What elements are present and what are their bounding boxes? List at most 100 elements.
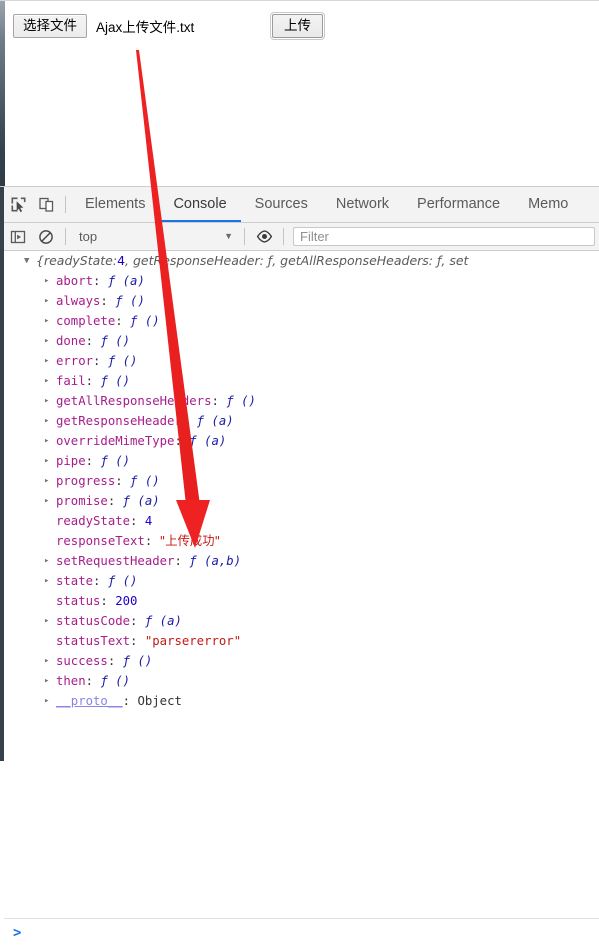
expand-triangle-icon[interactable]: ▸ [44,611,56,631]
expand-triangle-icon[interactable]: ▸ [44,411,56,431]
tab-memory[interactable]: Memo [514,187,582,222]
property-colon: : [100,594,116,608]
console-property-row[interactable]: ▸ done: ƒ () [4,331,599,351]
property-value: "上传成功" [159,534,221,548]
console-prompt-line[interactable]: > [4,918,599,947]
expand-triangle-icon[interactable]: ▸ [44,311,56,331]
inspect-element-icon[interactable] [4,191,32,219]
expand-triangle-icon[interactable]: ▸ [44,691,56,711]
console-property-row[interactable]: status: 200 [4,591,599,611]
property-colon: : [130,634,145,648]
property-colon: : [93,574,108,588]
property-name: getAllResponseHeaders [56,394,212,408]
expand-triangle-icon[interactable]: ▸ [44,651,56,671]
console-property-row[interactable]: ▸ setRequestHeader: ƒ (a,b) [4,551,599,571]
property-colon: : [85,374,101,388]
expand-triangle-icon[interactable]: ▸ [44,491,56,511]
property-colon: : [122,694,138,708]
console-property-row[interactable]: ▸ state: ƒ () [4,571,599,591]
property-value: ƒ () [130,314,160,328]
prompt-caret-icon: > [13,925,22,941]
devtools-tabbar: Elements Console Sources Network Perform… [4,187,599,223]
expand-triangle-icon[interactable]: ▼ [24,251,36,271]
property-colon: : [144,534,160,548]
console-property-row[interactable]: ▸ always: ƒ () [4,291,599,311]
page-content: 选择文件 Ajax上传文件.txt 上传 [5,1,599,187]
tab-sources[interactable]: Sources [241,187,322,222]
devtools-panel: Elements Console Sources Network Perform… [0,186,599,947]
property-name: promise [56,494,108,508]
object-preview-readystate-value: 4 [117,253,126,268]
property-colon: : [85,334,101,348]
console-property-row[interactable]: ▸ complete: ƒ () [4,311,599,331]
console-property-row[interactable]: ▸ success: ƒ () [4,651,599,671]
file-upload-form: 选择文件 Ajax上传文件.txt [13,14,194,38]
property-colon: : [211,394,227,408]
tab-network[interactable]: Network [322,187,403,222]
property-value: ƒ (a) [144,614,182,628]
console-property-row[interactable]: ▸ pipe: ƒ () [4,451,599,471]
property-name: __proto__ [56,694,123,708]
tab-performance[interactable]: Performance [403,187,514,222]
console-property-row[interactable]: ▸ __proto__: Object [4,691,599,711]
console-property-row[interactable]: ▸ promise: ƒ (a) [4,491,599,511]
console-property-row[interactable]: statusText: "parsererror" [4,631,599,651]
expand-triangle-icon[interactable]: ▸ [44,371,56,391]
console-property-row[interactable]: ▸ getResponseHeader: ƒ (a) [4,411,599,431]
clear-console-icon[interactable] [32,223,60,251]
console-property-row[interactable]: ▸ then: ƒ () [4,671,599,691]
property-name: fail [56,374,86,388]
console-property-row[interactable]: ▸ statusCode: ƒ (a) [4,611,599,631]
live-expression-eye-icon[interactable] [250,223,278,251]
expand-triangle-icon[interactable]: ▸ [44,451,56,471]
tab-console[interactable]: Console [159,187,241,222]
upload-button[interactable]: 上传 [270,12,325,40]
console-sidebar-icon[interactable] [4,223,32,251]
console-property-row[interactable]: ▸ abort: ƒ (a) [4,271,599,291]
property-colon: : [181,414,197,428]
property-value: ƒ () [100,674,131,688]
property-value: ƒ () [107,574,138,588]
choose-file-button[interactable]: 选择文件 [13,14,87,38]
object-preview-prefix: {readyState: [36,253,118,268]
property-name: pipe [56,454,86,468]
console-property-row[interactable]: ▸ getAllResponseHeaders: ƒ () [4,391,599,411]
property-colon: : [174,434,190,448]
property-colon: : [100,294,116,308]
property-colon: : [107,654,123,668]
console-property-row[interactable]: responseText: "上传成功" [4,531,599,551]
console-property-row[interactable]: ▸ fail: ƒ () [4,371,599,391]
property-value: ƒ () [100,374,131,388]
expand-triangle-icon[interactable]: ▸ [44,471,56,491]
expand-triangle-icon[interactable]: ▸ [44,671,56,691]
property-value: 200 [115,594,138,608]
console-context-selector[interactable]: top ▼ [71,226,239,248]
property-name: status [56,594,101,608]
console-property-row[interactable]: ▸ error: ƒ () [4,351,599,371]
filter-input[interactable] [293,227,595,246]
console-object-header[interactable]: ▼ {readyState: 4 , getResponseHeader: ƒ,… [4,251,599,271]
property-value: ƒ () [115,294,145,308]
property-name: error [56,354,94,368]
property-name: getResponseHeader [56,414,182,428]
property-value: ƒ () [100,454,131,468]
property-value: ƒ () [100,334,131,348]
property-name: success [56,654,108,668]
object-preview-suffix: , getResponseHeader: ƒ, getAllResponseHe… [125,253,469,268]
property-colon: : [93,274,108,288]
expand-triangle-icon[interactable]: ▸ [44,551,56,571]
expand-triangle-icon[interactable]: ▸ [44,351,56,371]
property-name: setRequestHeader [56,554,175,568]
expand-triangle-icon[interactable]: ▸ [44,431,56,451]
expand-triangle-icon[interactable]: ▸ [44,331,56,351]
console-property-row[interactable]: readyState: 4 [4,511,599,531]
console-property-row[interactable]: ▸ progress: ƒ () [4,471,599,491]
expand-triangle-icon[interactable]: ▸ [44,571,56,591]
device-toolbar-icon[interactable] [32,191,60,219]
property-name: done [56,334,86,348]
console-property-row[interactable]: ▸ overrideMimeType: ƒ (a) [4,431,599,451]
tab-elements[interactable]: Elements [71,187,159,222]
expand-triangle-icon[interactable]: ▸ [44,291,56,311]
expand-triangle-icon[interactable]: ▸ [44,391,56,411]
expand-triangle-icon[interactable]: ▸ [44,271,56,291]
